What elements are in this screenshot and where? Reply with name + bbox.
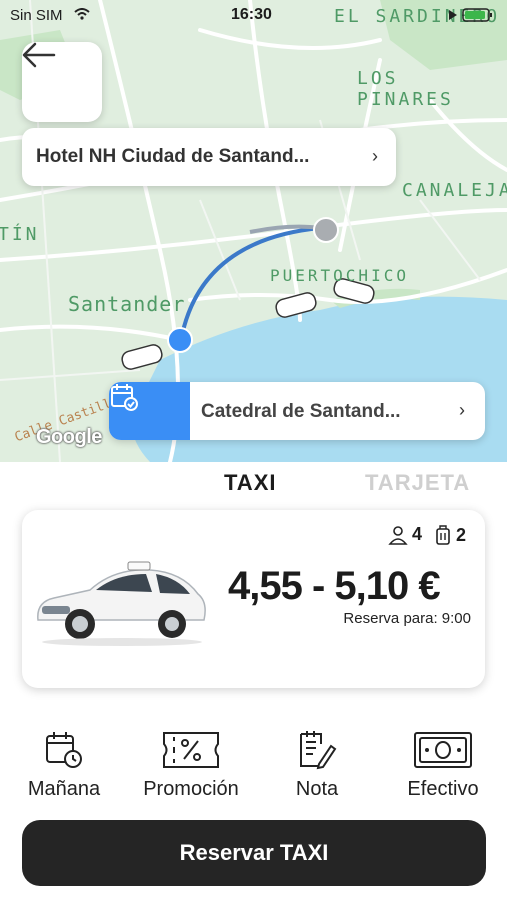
calendar-clock-icon [4, 728, 124, 772]
reservation-time: Reserva para: 9:00 [343, 610, 471, 627]
passenger-count: 4 [412, 524, 423, 544]
passenger-capacity: 4 [388, 524, 422, 545]
back-button[interactable] [22, 42, 102, 122]
map-label-puertochico: PUERTOCHICO [270, 266, 409, 285]
option-manana-label: Mañana [27, 778, 101, 800]
option-promocion[interactable]: Promoción [131, 728, 251, 801]
cash-icon [383, 728, 503, 772]
calendar-check-icon [109, 382, 190, 440]
map-label-canalejas: CANALEJAS [402, 180, 507, 201]
taxi-car-image [32, 558, 210, 653]
booking-options: Mañana Promoción Nota Efectivo [0, 728, 507, 808]
price-range: 4,55 - 5,10 € [228, 564, 441, 608]
status-bar: Sin SIM 16:30 [0, 0, 507, 30]
coupon-percent-icon [131, 728, 251, 772]
status-time: 16:30 [231, 6, 272, 23]
option-promocion-label: Promoción [143, 778, 239, 800]
option-manana[interactable]: Mañana [4, 728, 124, 801]
luggage-icon [436, 525, 450, 545]
reserve-taxi-button[interactable]: Reservar TAXI [22, 820, 486, 886]
note-edit-icon [257, 728, 377, 772]
tab-taxi[interactable]: TAXI [224, 470, 276, 496]
google-logo: Google [36, 426, 102, 448]
carrier-label: Sin SIM [10, 7, 63, 24]
vehicle-tabs: TAXI TARJETA [0, 470, 507, 502]
person-icon [388, 525, 408, 545]
destination-address: Catedral de Santand... [201, 401, 401, 422]
option-efectivo[interactable]: Efectivo [383, 728, 503, 801]
luggage-capacity: 2 [434, 524, 466, 546]
ride-option-card[interactable]: 4 2 4,55 - 5,10 € Reserva para: 9:00 [22, 510, 485, 688]
option-nota[interactable]: Nota [257, 728, 377, 801]
tab-tarjeta[interactable]: TARJETA [365, 470, 470, 496]
map-view[interactable]: EL SARDINERO LOS PINARES CANALEJAS TÍN S… [0, 0, 507, 462]
chevron-right-icon: › [372, 146, 378, 166]
map-label-pinares: LOS PINARES [357, 68, 454, 110]
luggage-count: 2 [456, 524, 467, 545]
chevron-right-icon: › [459, 400, 465, 420]
origin-address: Hotel NH Ciudad de Santand... [36, 146, 310, 167]
destination-address-card[interactable]: Catedral de Santand... › [109, 382, 485, 440]
map-label-santander: Santander [68, 292, 186, 316]
option-efectivo-label: Efectivo [407, 778, 479, 800]
option-nota-label: Nota [295, 778, 339, 800]
map-label-tin: TÍN [0, 224, 40, 245]
origin-address-card[interactable]: Hotel NH Ciudad de Santand... › [22, 128, 396, 186]
